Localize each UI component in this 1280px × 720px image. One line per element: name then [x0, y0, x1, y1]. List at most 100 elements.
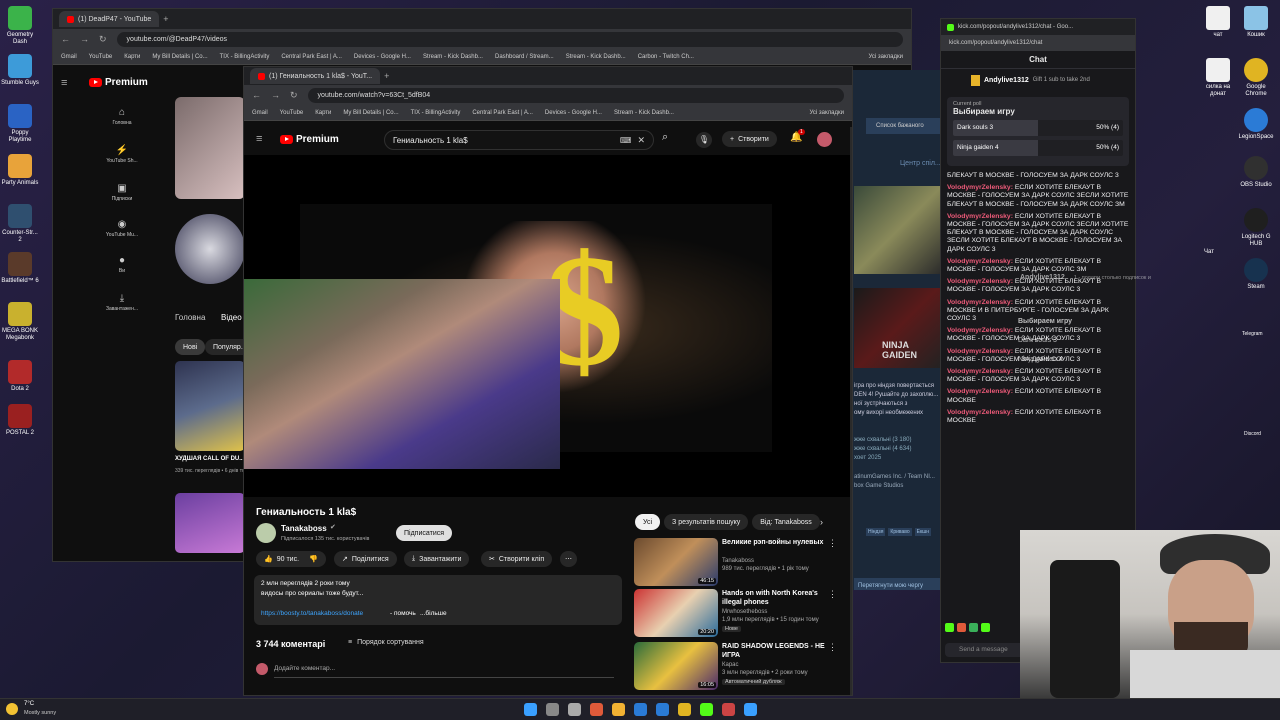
bookmark-item[interactable]: YouTube — [280, 110, 304, 116]
channel-avatar[interactable] — [256, 523, 276, 543]
wishlist-search[interactable]: Список бажаного — [866, 118, 942, 134]
account-avatar[interactable] — [817, 132, 832, 147]
all-bookmarks[interactable]: Усі закладки — [809, 110, 844, 116]
video-thumbnail[interactable]: 16:05 — [634, 642, 718, 690]
bookmark-item[interactable]: Карти — [315, 110, 331, 116]
emote-icon[interactable] — [969, 623, 978, 632]
game-tag[interactable]: Екшн — [914, 528, 931, 536]
chrome-icon[interactable] — [678, 703, 691, 716]
bookmark-item[interactable]: Carbon - Twitch Ch... — [638, 54, 694, 60]
keyboard-icon[interactable]: ⌨ — [620, 136, 632, 145]
bookmark-item[interactable]: TIX - BillingActivity — [220, 54, 270, 60]
front-tab[interactable]: (1) Гениальность 1 kla$ - YouT... — [250, 68, 381, 84]
weather-temp[interactable]: 7°C — [24, 701, 34, 707]
back-menu-icon[interactable]: ≡ — [61, 77, 67, 89]
chip-new[interactable]: Нові — [175, 339, 206, 355]
desc-more-link[interactable]: ...більше — [420, 610, 447, 617]
bookmark-item[interactable]: Central Park East | A... — [472, 110, 533, 116]
bookmark-item[interactable]: Карти — [124, 54, 140, 60]
more-actions-icon[interactable]: ⋯ — [560, 551, 577, 567]
bookmark-item[interactable]: Gmail — [61, 54, 77, 60]
bookmark-item[interactable]: Dashboard / Stream... — [495, 54, 554, 60]
desktop-shortcut[interactable]: Counter-Str... 2 — [0, 204, 40, 244]
bookmark-item[interactable]: Central Park East | A... — [281, 54, 342, 60]
desktop-shortcut[interactable]: Logitech G HUB — [1236, 208, 1276, 248]
add-comment-input[interactable]: Додайте коментар... — [274, 665, 335, 672]
folder-icon[interactable] — [612, 703, 625, 716]
recommended-video[interactable]: 20:20 Hands on with North Korea's illegal… — [634, 589, 844, 639]
sidebar-item[interactable]: ⤓ Завантажен... — [105, 293, 139, 312]
task-view-icon[interactable] — [568, 703, 581, 716]
browser-icon[interactable] — [590, 703, 603, 716]
front-url-bar[interactable]: youtube.com/watch?v=63Ct_5dfB04 — [307, 87, 844, 103]
chat-username[interactable]: VolodymyrZelensky: — [947, 184, 1013, 191]
chat-username[interactable]: VolodymyrZelensky: — [947, 299, 1013, 306]
video-channel[interactable]: Tanakaboss — [722, 558, 754, 564]
search-icon[interactable]: ⌕ — [662, 131, 668, 144]
video-menu-icon[interactable]: ⋮ — [828, 589, 837, 600]
chat-username[interactable]: VolodymyrZelensky: — [947, 368, 1013, 375]
all-bookmarks[interactable]: Усі закладки — [868, 54, 903, 60]
reload-icon[interactable]: ↻ — [99, 34, 107, 45]
reload-icon[interactable]: ↻ — [290, 90, 298, 101]
desktop-shortcut[interactable]: Dota 2 — [0, 360, 40, 393]
back-video-thumbnail[interactable] — [175, 361, 245, 451]
bookmark-item[interactable]: Devices - Google H... — [545, 110, 602, 116]
search-input[interactable]: Гениальность 1 kla$ ⌨ ✕ — [384, 130, 654, 150]
desktop-shortcut[interactable]: Geometry Dash — [0, 6, 40, 46]
poll-option[interactable]: Dark souls 3 50% (4) — [953, 120, 1123, 136]
desktop-shortcut[interactable]: Party Animals — [0, 154, 40, 187]
desktop-shortcut[interactable]: OBS Studio — [1236, 156, 1276, 189]
emote-icon[interactable] — [981, 623, 990, 632]
sidebar-item[interactable]: ⌂ Головна — [105, 107, 139, 126]
video-title[interactable]: RAID SHADOW LEGENDS - НЕ ИГРА — [722, 642, 832, 660]
video-thumbnail[interactable]: 46:15 — [634, 538, 718, 586]
game-tag[interactable]: Ніндзя — [866, 528, 886, 536]
recommended-video[interactable]: 46:15 Великие рэп-войны нулевых Tanakaboss… — [634, 538, 844, 588]
filter-chip[interactable]: Усі — [635, 514, 661, 530]
clear-search-icon[interactable]: ✕ — [637, 135, 645, 146]
desktop-shortcut[interactable]: чат — [1198, 6, 1238, 39]
recommended-video[interactable]: 16:05 RAID SHADOW LEGENDS - НЕ ИГРА Карас 3… — [634, 642, 844, 692]
bookmark-item[interactable]: TIX - BillingActivity — [411, 110, 461, 116]
chat-username[interactable]: VolodymyrZelensky: — [947, 327, 1013, 334]
back-video-title[interactable]: ХУДШАЯ CALL OF DU... — [175, 456, 244, 462]
desc-link[interactable]: https://boosty.to/tanakaboss/donate — [261, 610, 363, 617]
subscribe-button[interactable]: Підписатися — [396, 525, 453, 541]
chat-username[interactable]: VolodymyrZelensky: — [947, 278, 1013, 285]
bookmark-item[interactable]: My Bill Details | Co... — [343, 110, 398, 116]
desktop-shortcut[interactable]: LegionSpace — [1236, 108, 1276, 141]
steam-icon[interactable] — [656, 703, 669, 716]
video-title[interactable]: Hands on with North Korea's illegal phon… — [722, 589, 832, 607]
search-icon[interactable] — [546, 703, 559, 716]
bookmark-item[interactable]: Stream - Kick Dashb... — [614, 110, 674, 116]
video-channel[interactable]: Карас — [722, 662, 739, 668]
queue-button[interactable]: Перетягнути мою чергу — [854, 578, 942, 590]
back-arrow-icon[interactable]: ← — [252, 90, 261, 100]
poll-option[interactable]: Ninja gaiden 4 50% (4) — [953, 140, 1123, 156]
weather-sun-icon[interactable] — [6, 703, 18, 715]
channel-name[interactable]: Tanakaboss — [281, 524, 327, 533]
video-title[interactable]: Великие рэп-войны нулевых — [722, 538, 832, 547]
chat-url-bar[interactable]: kick.com/popout/andylive1312/chat — [941, 35, 1135, 51]
filter-chip[interactable]: З результатів пошуку — [664, 514, 749, 530]
desktop-shortcut[interactable]: MEGA BONK Megabonk — [0, 302, 40, 342]
share-button[interactable]: ↗ Поділитися — [334, 551, 397, 567]
desktop-shortcut[interactable]: POSTAL 2 — [0, 404, 40, 437]
emote-icon[interactable] — [945, 623, 954, 632]
bookmark-item[interactable]: My Bill Details | Co... — [152, 54, 207, 60]
desktop-shortcut[interactable]: Stumble Guys — [0, 54, 40, 87]
chevron-right-icon[interactable]: › — [820, 517, 823, 527]
game-tag[interactable]: Криваво — [888, 528, 912, 536]
bookmark-item[interactable]: YouTube — [89, 54, 113, 60]
chat-username[interactable]: VolodymyrZelensky: — [947, 258, 1013, 265]
kick-icon[interactable] — [700, 703, 713, 716]
thumbs-down-icon[interactable]: 👎 — [309, 555, 318, 563]
video-channel[interactable]: Mrwhosetheboss — [722, 609, 767, 615]
sidebar-item[interactable]: ⚡ YouTube Sh... — [105, 145, 139, 164]
filter-chip[interactable]: Від: Tanakaboss — [752, 514, 820, 530]
new-tab-icon[interactable]: + — [163, 14, 168, 24]
like-button[interactable]: 👍 90 тис. 👎 — [256, 551, 326, 567]
microphone-icon[interactable]: 🎙 — [696, 132, 712, 148]
video-thumbnail[interactable]: 20:20 — [634, 589, 718, 637]
